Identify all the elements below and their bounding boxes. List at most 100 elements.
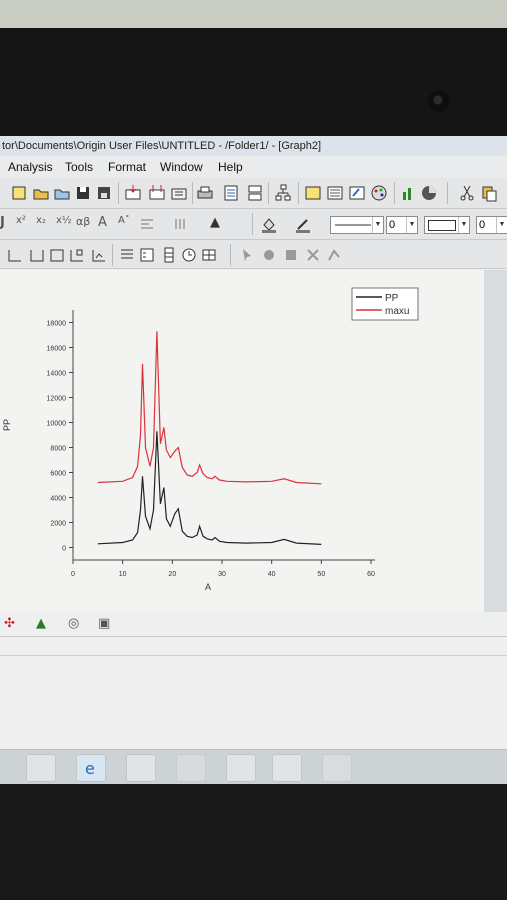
toolbar-separator <box>268 182 269 204</box>
format-toolbar: J x² x₂ x½ αβ A A˟ ▲ ▼ 0 ▼ ▼ 0 ▼ <box>0 209 507 240</box>
svg-text:e: e <box>85 759 95 778</box>
menu-tools[interactable]: Tools <box>65 157 93 177</box>
line-width-value: 0 <box>389 219 396 231</box>
toolbar-separator <box>230 244 231 266</box>
mask-icon[interactable] <box>304 246 322 264</box>
subscript-icon[interactable]: x₂ <box>36 215 46 226</box>
x-tick-label: 20 <box>168 571 176 578</box>
line-style-select[interactable]: ▼ <box>330 216 384 234</box>
explorer-icon[interactable] <box>26 754 56 782</box>
screen-reader-icon[interactable] <box>282 246 300 264</box>
menu-window[interactable]: Window <box>160 157 203 177</box>
palette-icon[interactable] <box>370 184 388 202</box>
standard-toolbar <box>0 178 507 209</box>
line-color-icon[interactable] <box>294 215 312 233</box>
graph-page[interactable]: 0 2000 4000 6000 8000 10000 12000 14000 16000 180… <box>0 270 484 622</box>
x-tick-label: 30 <box>218 571 226 578</box>
inset-icon[interactable] <box>68 246 86 264</box>
menu-analysis[interactable]: Analysis <box>8 157 53 177</box>
spiral-icon[interactable]: ◎ <box>68 616 79 631</box>
superscript-icon[interactable]: x² <box>16 215 26 226</box>
paint-icon[interactable] <box>126 754 156 782</box>
add-point-icon[interactable]: ✣ <box>4 616 15 631</box>
merge-icon[interactable] <box>90 246 108 264</box>
legend-label: PP <box>385 293 399 304</box>
import-ascii-icon[interactable] <box>124 184 142 202</box>
add-top-axis-icon[interactable] <box>48 246 66 264</box>
line-width-select[interactable]: 0 ▼ <box>386 216 418 234</box>
toolbar-separator <box>112 244 113 266</box>
menu-help[interactable]: Help <box>218 157 243 177</box>
book-icon[interactable]: ▣ <box>98 616 110 631</box>
y-tick-label: 2000 <box>50 521 66 528</box>
column-icon[interactable] <box>172 215 190 233</box>
fill-color-icon[interactable] <box>260 215 278 233</box>
align-icon[interactable] <box>138 215 156 233</box>
chevron-down-icon: ▼ <box>406 217 417 233</box>
copy-page-icon[interactable] <box>222 184 240 202</box>
x-tick-label: 40 <box>268 571 276 578</box>
vertical-scrollbar[interactable] <box>484 270 507 640</box>
command-window-icon[interactable] <box>326 184 344 202</box>
origin-icon[interactable] <box>176 754 206 782</box>
import-wizard-icon[interactable] <box>170 184 188 202</box>
decrease-font-icon[interactable]: A˟ <box>118 215 130 226</box>
pie-color-icon[interactable] <box>420 184 438 202</box>
x-tick-label: 50 <box>317 571 325 578</box>
image-icon[interactable]: ▲ <box>36 616 46 631</box>
y-tick-label: 8000 <box>50 446 66 453</box>
object-toolbar: ✣ ▲ ◎ ▣ <box>0 612 507 636</box>
toolbar-separator <box>118 182 119 204</box>
x-tick-label: 0 <box>71 571 75 578</box>
menu-format[interactable]: Format <box>108 157 146 177</box>
window-title: tor\Documents\Origin User Files\UNTITLED… <box>2 140 322 152</box>
draw-data-icon[interactable] <box>326 246 344 264</box>
data-reader-icon[interactable] <box>260 246 278 264</box>
layer-icon[interactable] <box>6 246 24 264</box>
window-titlebar[interactable]: tor\Documents\Origin User Files\UNTITLED… <box>0 136 507 156</box>
bar-chart-icon[interactable] <box>399 184 417 202</box>
greek-icon[interactable]: αβ <box>76 215 90 228</box>
program-icon[interactable] <box>322 754 352 782</box>
toolbar-separator <box>394 182 395 204</box>
folder-icon[interactable] <box>226 754 256 782</box>
clock-icon[interactable] <box>180 246 198 264</box>
paste-icon[interactable] <box>480 184 498 202</box>
add-layer-icon[interactable] <box>28 246 46 264</box>
cut-icon[interactable] <box>458 184 476 202</box>
stack-icon[interactable] <box>160 246 178 264</box>
print-icon[interactable] <box>196 184 214 202</box>
border-width-value: 0 <box>479 219 486 231</box>
increase-font-icon[interactable]: A <box>98 215 107 230</box>
legend-icon[interactable] <box>138 246 156 264</box>
series-line-PP <box>97 431 322 545</box>
save-icon[interactable] <box>74 184 92 202</box>
save-template-icon[interactable] <box>95 184 113 202</box>
x-tick-label: 60 <box>367 571 375 578</box>
y-tick-label: 12000 <box>47 396 67 403</box>
text-color-icon[interactable]: ▲ <box>210 215 220 230</box>
menu-bar: Analysis Tools Format Window Help <box>0 157 507 177</box>
import-multiple-icon[interactable] <box>148 184 166 202</box>
fill-style-select[interactable]: ▼ <box>424 216 470 234</box>
supsubscript-icon[interactable]: x½ <box>56 215 72 226</box>
chevron-down-icon: ▼ <box>496 217 507 233</box>
open-icon[interactable] <box>32 184 50 202</box>
monitor-frame <box>0 28 507 136</box>
table-icon[interactable] <box>200 246 218 264</box>
new-project-icon[interactable] <box>10 184 28 202</box>
open-template-icon[interactable] <box>53 184 71 202</box>
x-axis-label: A <box>205 582 211 592</box>
arrange-icon[interactable] <box>118 246 136 264</box>
underline-icon[interactable]: J <box>0 215 5 230</box>
x-tick-label: 10 <box>119 571 127 578</box>
pointer-icon[interactable] <box>238 246 256 264</box>
layout-icon[interactable] <box>246 184 264 202</box>
office-icon[interactable] <box>272 754 302 782</box>
border-width-select[interactable]: 0 ▼ <box>476 216 507 234</box>
project-explorer-icon[interactable] <box>274 184 292 202</box>
results-log-icon[interactable] <box>304 184 322 202</box>
ie-icon[interactable]: e <box>76 754 106 782</box>
code-builder-icon[interactable] <box>348 184 366 202</box>
chevron-down-icon: ▼ <box>458 217 469 233</box>
